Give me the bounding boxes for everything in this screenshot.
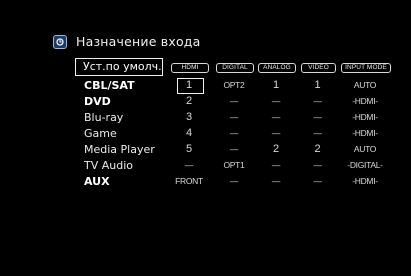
cell-input-mode[interactable]: -HDMI-	[343, 112, 387, 122]
cell-hdmi[interactable]: 4	[167, 127, 211, 139]
cell-input-mode[interactable]: -HDMI-	[343, 128, 387, 138]
cell-analog[interactable]: —	[254, 128, 298, 138]
cell-video[interactable]: —	[296, 160, 340, 170]
cell-input-mode[interactable]: -HDMI-	[343, 96, 387, 106]
selection-cursor	[177, 78, 204, 94]
cell-input-mode[interactable]: -HDMI-	[343, 176, 387, 186]
cell-input-mode[interactable]: -DIGITAL-	[343, 160, 387, 170]
cell-hdmi[interactable]: —	[167, 160, 211, 170]
row-label[interactable]: AUX	[84, 175, 110, 188]
cell-input-mode[interactable]: AUTO	[343, 144, 387, 154]
cell-hdmi[interactable]: 2	[167, 95, 211, 107]
row-label[interactable]: Blu-ray	[84, 111, 123, 124]
column-header-hdmi: HDMI	[171, 63, 209, 73]
cell-analog[interactable]: —	[254, 160, 298, 170]
row-label[interactable]: DVD	[84, 95, 111, 108]
row-label[interactable]: Media Player	[84, 143, 155, 156]
row-label[interactable]: CBL/SAT	[84, 79, 135, 92]
cell-analog[interactable]: 2	[254, 143, 298, 155]
cell-hdmi[interactable]: 5	[167, 143, 211, 155]
cell-video[interactable]: 2	[296, 143, 340, 155]
cell-digital[interactable]: OPT1	[212, 160, 256, 170]
cell-input-mode[interactable]: AUTO	[343, 80, 387, 90]
row-label[interactable]: TV Audio	[84, 159, 133, 172]
header: Назначение входа	[53, 34, 201, 49]
page-title: Назначение входа	[76, 34, 201, 49]
cell-analog[interactable]: —	[254, 96, 298, 106]
cell-video[interactable]: —	[296, 128, 340, 138]
cell-video[interactable]: —	[296, 112, 340, 122]
column-header-input-mode: INPUT MODE	[341, 63, 391, 73]
input-assign-icon	[53, 34, 67, 49]
cell-hdmi[interactable]: 3	[167, 111, 211, 123]
cell-digital[interactable]: —	[212, 144, 256, 154]
cell-video[interactable]: —	[296, 96, 340, 106]
cell-video[interactable]: —	[296, 176, 340, 186]
cell-analog[interactable]: —	[254, 176, 298, 186]
cell-analog[interactable]: 1	[254, 79, 298, 91]
defaults-button[interactable]: Уст.по умолч.	[75, 58, 163, 76]
cell-video[interactable]: 1	[296, 79, 340, 91]
cell-digital[interactable]: —	[212, 128, 256, 138]
cell-digital[interactable]: —	[212, 176, 256, 186]
cell-digital[interactable]: OPT2	[212, 80, 256, 90]
cell-digital[interactable]: —	[212, 96, 256, 106]
column-header-digital: DIGITAL	[216, 63, 254, 73]
column-header-video: VIDEO	[301, 63, 336, 73]
column-header-analog: ANALOG	[258, 63, 296, 73]
cell-analog[interactable]: —	[254, 112, 298, 122]
cell-digital[interactable]: —	[212, 112, 256, 122]
cell-hdmi[interactable]: FRONT	[167, 176, 211, 186]
row-label[interactable]: Game	[84, 127, 117, 140]
